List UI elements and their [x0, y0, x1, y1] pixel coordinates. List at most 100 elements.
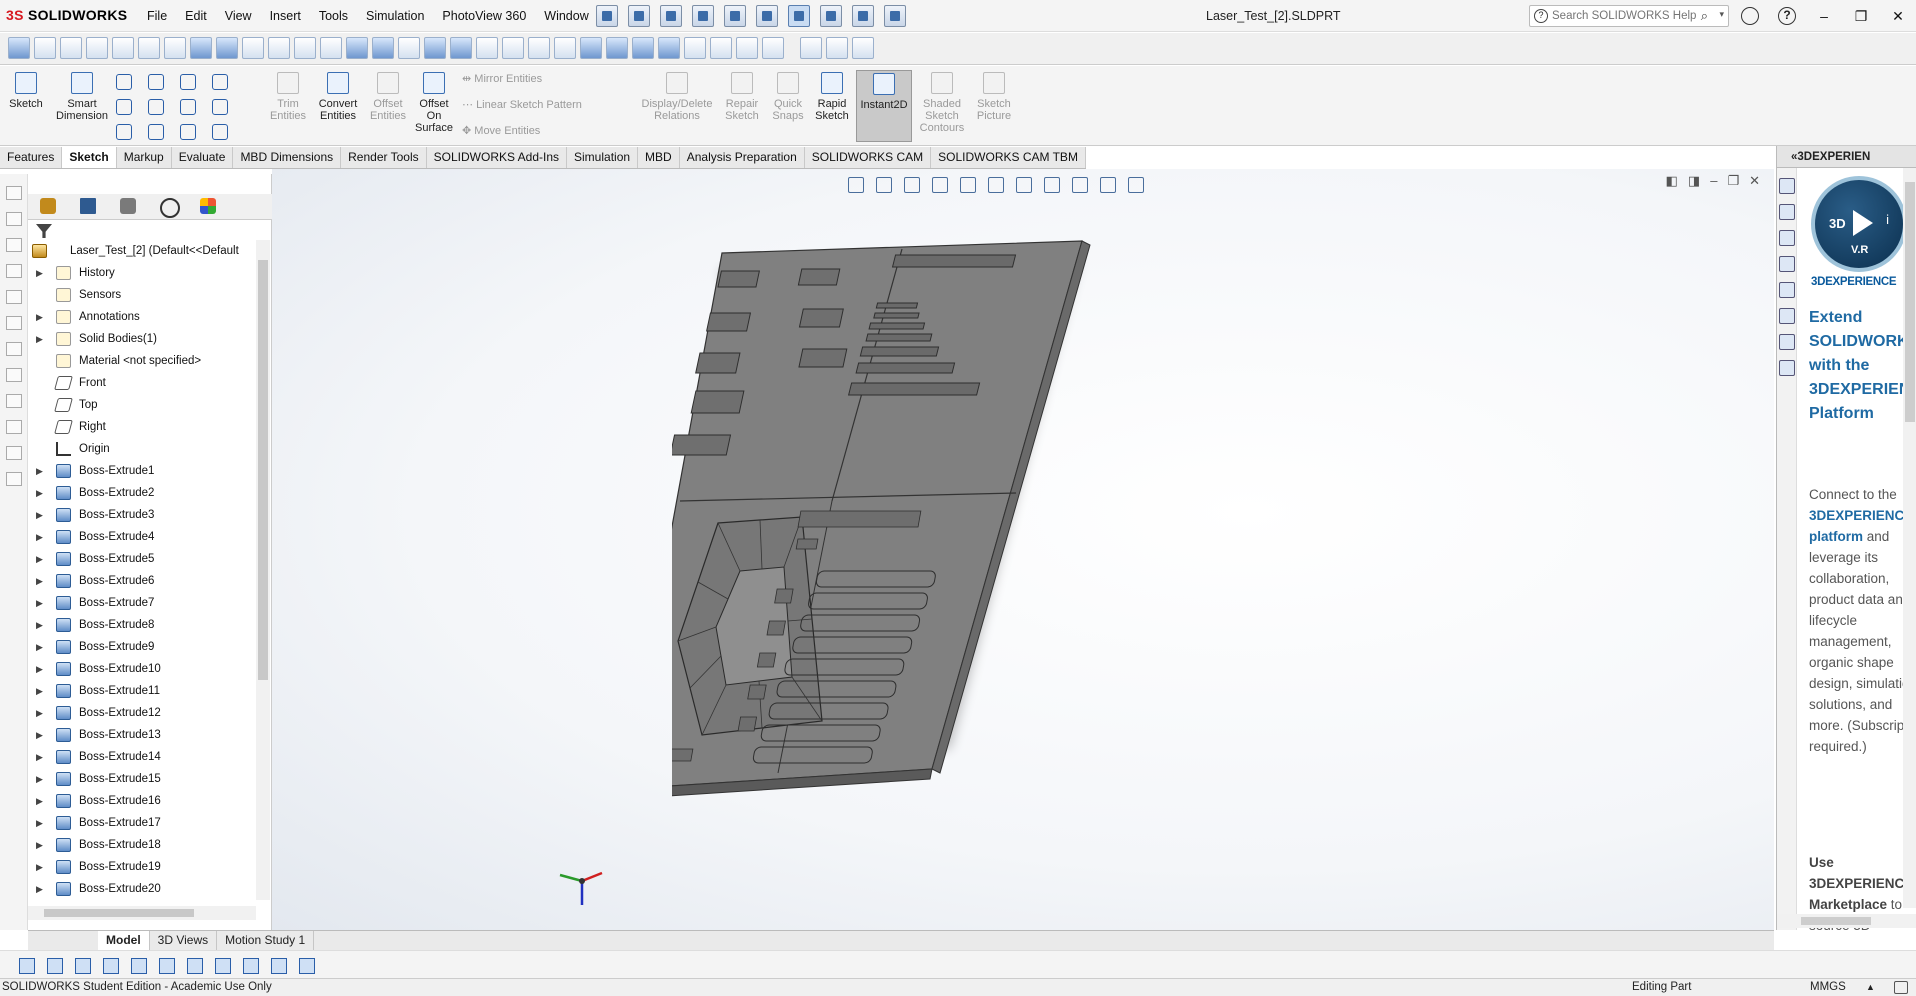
tab-evaluate[interactable]: Evaluate: [171, 147, 234, 168]
strip-icon[interactable]: [6, 186, 22, 200]
view-icon[interactable]: [44, 955, 66, 975]
dynamic-annotation-icon[interactable]: [958, 175, 978, 193]
tree-item-boss-extrude12[interactable]: ▶ Boss-Extrude12: [28, 702, 256, 724]
tab-sketch[interactable]: Sketch: [62, 147, 117, 168]
toolbar-icon[interactable]: [346, 37, 368, 59]
tab-mbd-dimensions[interactable]: MBD Dimensions: [233, 147, 342, 168]
tree-item-boss-extrude10[interactable]: ▶ Boss-Extrude10: [28, 658, 256, 680]
menu-view[interactable]: View: [216, 0, 261, 32]
tree-item-boss-extrude4[interactable]: ▶ Boss-Extrude4: [28, 526, 256, 548]
slot-icon[interactable]: [114, 122, 140, 140]
tree-item-boss-extrude6[interactable]: ▶ Boss-Extrude6: [28, 570, 256, 592]
scroll-thumb[interactable]: [258, 260, 268, 680]
tree-item-top[interactable]: Top: [28, 394, 256, 416]
task-pane-3dexperience-icon[interactable]: [1779, 204, 1795, 220]
tree-item-annotations[interactable]: ▶ Annotations: [28, 306, 256, 328]
toolbar-icon[interactable]: [826, 37, 848, 59]
task-pane-forum-icon[interactable]: [1779, 360, 1795, 376]
expand-arrow-icon[interactable]: ▶: [36, 570, 46, 592]
expand-arrow-icon[interactable]: ▶: [36, 724, 46, 746]
rapid-sketch-button[interactable]: Rapid Sketch: [808, 70, 856, 142]
task-pane-home-icon[interactable]: [1779, 178, 1795, 194]
feature-tree-vertical-scrollbar[interactable]: [256, 240, 270, 900]
toolbar-icon[interactable]: [86, 37, 108, 59]
tree-root-part[interactable]: Laser_Test_[2] (Default<<Default: [28, 240, 256, 262]
section-view-icon[interactable]: [930, 175, 950, 193]
expand-arrow-icon[interactable]: ▶: [36, 834, 46, 856]
repair-sketch-button[interactable]: Repair Sketch: [718, 70, 766, 142]
point-icon[interactable]: [210, 122, 236, 140]
edit-appearance-icon[interactable]: [1070, 175, 1090, 193]
view-icon[interactable]: [128, 955, 150, 975]
circle-icon[interactable]: [146, 72, 172, 90]
configuration-tab-icon[interactable]: [108, 194, 148, 218]
bottom-tab-motion-study-1[interactable]: Motion Study 1: [217, 931, 315, 950]
view-settings-icon[interactable]: [1126, 175, 1146, 193]
tab-render-tools[interactable]: Render Tools: [341, 147, 427, 168]
toolbar-icon[interactable]: [450, 37, 472, 59]
toolbar-icon[interactable]: [164, 37, 186, 59]
rectangle-icon[interactable]: [114, 97, 140, 115]
toolbar-icon[interactable]: [398, 37, 420, 59]
bottom-tab-3d-views[interactable]: 3D Views: [150, 931, 218, 950]
fillet-icon[interactable]: [178, 122, 204, 140]
tab-solidworks-cam-tbm[interactable]: SOLIDWORKS CAM TBM: [931, 147, 1086, 168]
menu-photoview[interactable]: PhotoView 360: [433, 0, 535, 32]
strip-icon[interactable]: [6, 342, 22, 356]
close-button[interactable]: ✕: [1880, 0, 1916, 32]
tab-solidworks-add-ins[interactable]: SOLIDWORKS Add-Ins: [426, 147, 568, 168]
expand-arrow-icon[interactable]: ▶: [36, 746, 46, 768]
status-units[interactable]: MMGS: [1810, 979, 1846, 996]
save-icon[interactable]: [692, 5, 714, 27]
laser-test-part-model[interactable]: [672, 221, 1192, 941]
home-icon[interactable]: [596, 5, 618, 27]
restore-button[interactable]: ❐: [1843, 0, 1879, 32]
strip-icon[interactable]: [6, 212, 22, 226]
toolbar-icon[interactable]: [424, 37, 446, 59]
menu-file[interactable]: File: [138, 0, 176, 32]
toolbar-icon[interactable]: [736, 37, 758, 59]
arc-icon[interactable]: [178, 97, 204, 115]
print-icon[interactable]: [724, 5, 746, 27]
view-icon[interactable]: [100, 955, 122, 975]
task-pane-custom-properties-icon[interactable]: [1779, 334, 1795, 350]
shaded-sketch-contours-button[interactable]: Shaded Sketch Contours: [918, 70, 966, 142]
tree-item-front[interactable]: Front: [28, 372, 256, 394]
smart-dimension-button[interactable]: Smart Dimension: [54, 70, 110, 142]
tab-analysis-preparation[interactable]: Analysis Preparation: [679, 147, 805, 168]
strip-icon[interactable]: [6, 472, 22, 486]
expand-arrow-icon[interactable]: ▶: [36, 328, 46, 350]
display-style-icon[interactable]: [1014, 175, 1034, 193]
task-pane-design-library-icon[interactable]: [1779, 230, 1795, 246]
view-icon[interactable]: [184, 955, 206, 975]
minimize-button[interactable]: –: [1806, 0, 1842, 32]
viewport-close-icon[interactable]: ✕: [1749, 173, 1760, 189]
toolbar-icon[interactable]: [632, 37, 654, 59]
expand-arrow-icon[interactable]: ▶: [36, 482, 46, 504]
toolbar-icon[interactable]: [190, 37, 212, 59]
text-icon[interactable]: [210, 97, 236, 115]
appearance-tab-icon[interactable]: [188, 194, 228, 218]
toolbar-icon[interactable]: [710, 37, 732, 59]
bottom-tab-model[interactable]: Model: [98, 931, 150, 950]
task-pane-horizontal-scrollbar[interactable]: [1777, 914, 1916, 928]
linear-pattern-button[interactable]: ⋯ Linear Sketch Pattern: [462, 98, 582, 111]
feature-tree-tab-icon[interactable]: [28, 194, 68, 218]
viewport-split-icon[interactable]: ◨: [1688, 173, 1700, 189]
status-message-icon[interactable]: [1894, 981, 1908, 994]
expand-arrow-icon[interactable]: ▶: [36, 460, 46, 482]
expand-arrow-icon[interactable]: ▶: [36, 658, 46, 680]
tab-markup[interactable]: Markup: [116, 147, 172, 168]
expand-arrow-icon[interactable]: ▶: [36, 526, 46, 548]
open-icon[interactable]: [660, 5, 682, 27]
toolbar-icon[interactable]: [684, 37, 706, 59]
tree-item-material-not-specified[interactable]: Material <not specified>: [28, 350, 256, 372]
toolbar-icon[interactable]: [852, 37, 874, 59]
polygon-icon[interactable]: [146, 122, 172, 140]
viewport-restore-icon[interactable]: ❐: [1727, 173, 1739, 189]
view-orientation-icon[interactable]: [986, 175, 1006, 193]
viewport-minimize-icon[interactable]: –: [1710, 173, 1717, 189]
toolbar-icon[interactable]: [112, 37, 134, 59]
magnifier-icon[interactable]: ⌕: [1701, 8, 1708, 24]
previous-view-icon[interactable]: [902, 175, 922, 193]
